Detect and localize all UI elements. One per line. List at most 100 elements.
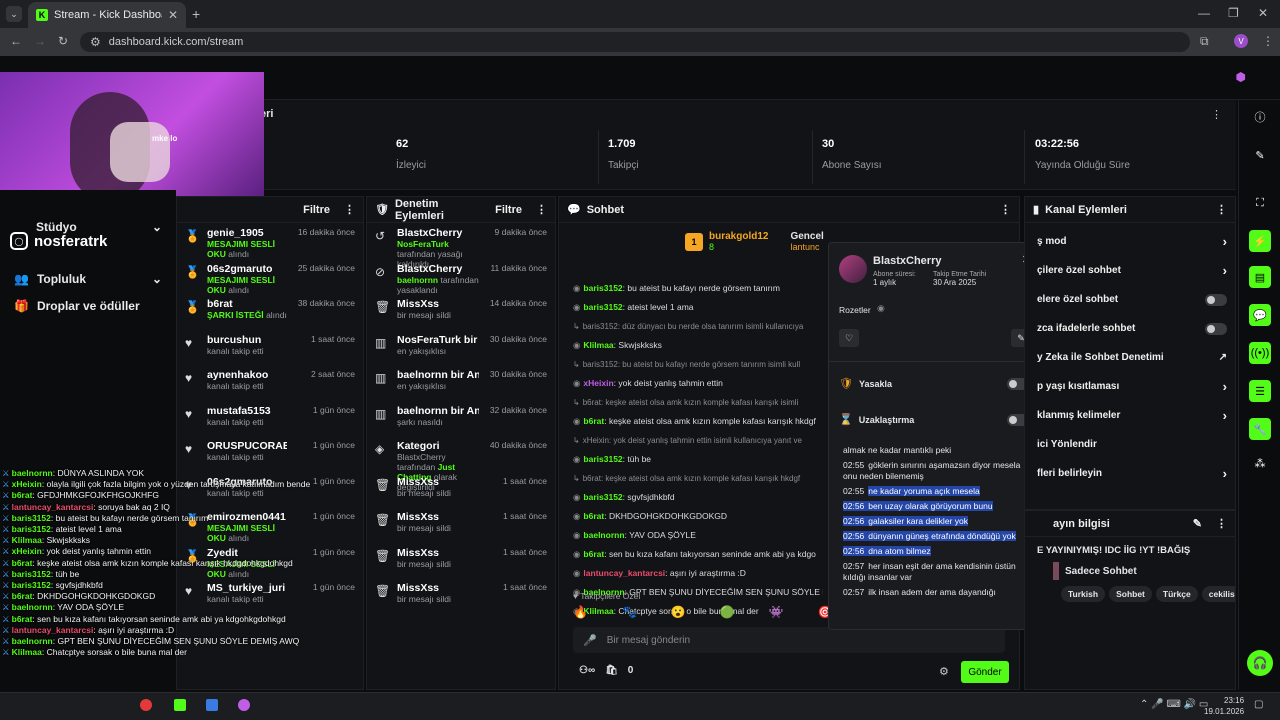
chat-message[interactable]: ◉ baris3152: sgvfsjdhkbfd xyxy=(565,488,823,507)
app-icon[interactable] xyxy=(140,699,152,711)
chat-message[interactable]: ◉ baris3152: bu ateist bu kafayı nerde gö… xyxy=(565,279,823,298)
chat-username[interactable]: baris3152 xyxy=(583,454,622,464)
tab-search-icon[interactable]: ⌄ xyxy=(6,6,22,22)
channel-action-item[interactable]: ici Yönlendir xyxy=(1025,430,1235,459)
tag-chip[interactable]: Turkish xyxy=(1061,586,1106,602)
list-item[interactable]: 🗑 MissXss bir mesajı sildi 14 dakika önce xyxy=(367,294,555,330)
list-item[interactable]: ♥ burcushun kanalı takip etti 1 saat önce xyxy=(177,330,363,366)
chat-username[interactable]: xHeixin xyxy=(583,378,613,388)
tag-chip[interactable]: Sohbet xyxy=(1109,586,1152,602)
notification-icon[interactable]: ▢ xyxy=(1254,699,1263,710)
pen-icon[interactable]: ✎ xyxy=(1249,144,1271,166)
support-headset-icon[interactable]: 🎧 xyxy=(1247,650,1273,676)
tray-icons[interactable]: ⌃ 🎤 ⌨ 🔊 ▭ xyxy=(1140,699,1208,710)
sidebar-item-community[interactable]: 👥 Topluluk ⌄ xyxy=(0,266,176,292)
list-icon[interactable]: ☰ xyxy=(1249,380,1271,402)
channel-action-item[interactable]: klanmış kelimeler › xyxy=(1025,401,1235,430)
list-item[interactable]: 🗑 MissXss bir mesajı sildi 1 saat önce xyxy=(367,578,555,614)
chat-message[interactable]: ↳ baris3152: bu ateist bu kafayı nerde gö… xyxy=(565,355,823,374)
profile-avatar[interactable]: V xyxy=(1234,34,1248,48)
kick-app-icon[interactable] xyxy=(174,699,186,711)
bag-icon[interactable]: 🛍 xyxy=(605,665,618,676)
list-item[interactable]: ▥ NosFeraTurk bir Anketi kaldırdıen yakış… xyxy=(367,330,555,366)
tab-close-icon[interactable]: ✕ xyxy=(168,8,178,22)
chat-message[interactable]: ↳ b6rat: keşke ateist olsa amk kızın komp… xyxy=(565,469,823,488)
site-info-icon[interactable]: ⚙ xyxy=(90,35,101,49)
chat-username[interactable]: baelnornn xyxy=(583,530,624,540)
emote-icon[interactable]: 🟢 xyxy=(720,605,735,619)
channel-action-item[interactable]: zca ifadelerle sohbet xyxy=(1025,314,1235,343)
app-icon[interactable] xyxy=(206,699,218,711)
chat-username[interactable]: baris3152 xyxy=(583,492,622,502)
chat-message[interactable]: ◉ b6rat: keşke ateist olsa amk kızın komp… xyxy=(565,412,823,431)
emote-icon[interactable]: 🔥 xyxy=(573,605,588,619)
activity-filter-button[interactable]: Filtre xyxy=(303,204,330,216)
emote-icon[interactable]: 🐾 xyxy=(622,605,637,619)
chat-bubble-icon[interactable]: 💬 xyxy=(1249,304,1271,326)
list-item[interactable]: ◈ Kategori BlastxCherry tarafından Just Ch… xyxy=(367,436,555,492)
stream-info-menu-icon[interactable]: ⋮ xyxy=(1216,517,1227,530)
channel-action-toggle[interactable] xyxy=(1205,293,1227,306)
stats-menu-icon[interactable]: ⋮ xyxy=(1211,108,1222,121)
clock[interactable]: 23:16 19.01.2026 xyxy=(1204,695,1244,717)
chat-message[interactable]: ◉ baris3152: tüh be xyxy=(565,450,823,469)
extensions-icon[interactable]: ⧉ xyxy=(1200,34,1209,49)
moderation-filter-button[interactable]: Filtre xyxy=(495,204,522,216)
chat-message[interactable]: ↳ baris3152: düz dünyacı bu nerde olsa ta… xyxy=(565,317,823,336)
broadcast-icon[interactable]: ((•)) xyxy=(1249,342,1271,364)
list-item[interactable]: ♥ aynenhakoo kanalı takip etti 2 saat önce xyxy=(177,365,363,401)
chat-message[interactable]: ◉ xHeixin: yok deist yanlış tahmin ettin xyxy=(565,374,823,393)
info-icon[interactable]: ⓘ xyxy=(1249,106,1271,128)
chat-username[interactable]: Klilmaa xyxy=(583,340,613,350)
emote-icon[interactable]: 😮 xyxy=(671,605,686,619)
chat-message[interactable]: ↳ b6rat: keşke ateist olsa amk kızın komp… xyxy=(565,393,823,412)
list-item[interactable]: ♥ mustafa5153 kanalı takip etti 1 gün önce xyxy=(177,401,363,437)
forward-icon[interactable]: → xyxy=(34,34,46,48)
list-item[interactable]: ♥ ORUSPUCORABI31kanalı takip etti 1 gün ön… xyxy=(177,436,363,472)
channel-action-item[interactable]: çilere özel sohbet › xyxy=(1025,256,1235,285)
chat-username[interactable]: baris3152 xyxy=(583,283,622,293)
chat-username[interactable]: b6rat xyxy=(583,416,604,426)
chat-message[interactable]: ◉ b6rat: sen bu kıza kafanı takıyorsan se… xyxy=(565,545,823,564)
list-item[interactable]: 🗑 MissXss bir mesajı sildi 1 saat önce xyxy=(367,543,555,579)
close-window-icon[interactable]: ✕ xyxy=(1258,6,1268,20)
chat-menu-icon[interactable]: ⋮ xyxy=(1000,203,1011,216)
chat-message[interactable]: ↳ xHeixin: yok deist yanlış tahmin ettin … xyxy=(565,431,823,450)
wrench-icon[interactable]: 🔧 xyxy=(1249,418,1271,440)
list-item[interactable]: ⊘ BlastxCherry baelnornn tarafından yasakl… xyxy=(367,259,555,295)
chat-input[interactable]: 🎤 Bir mesaj gönderin xyxy=(573,627,1005,653)
channel-action-toggle[interactable] xyxy=(1205,322,1227,335)
app-icon[interactable] xyxy=(238,699,250,711)
channel-action-item[interactable]: fleri belirleyin › xyxy=(1025,459,1235,488)
chat-message[interactable]: ◉ baelnornn: YAV ODA ŞÖYLE xyxy=(565,526,823,545)
list-item[interactable]: 🗑 MissXss bir mesajı sildi 1 saat önce xyxy=(367,507,555,543)
tag-chip[interactable]: cekilis xyxy=(1201,586,1235,602)
channel-actions-menu-icon[interactable]: ⋮ xyxy=(1216,203,1227,216)
activity-menu-icon[interactable]: ⋮ xyxy=(344,203,355,216)
user-avatar-icon[interactable]: ⬢ xyxy=(1236,70,1246,84)
tab-stream[interactable]: K Stream - Kick Dashboard ✕ xyxy=(28,2,186,28)
chat-message[interactable]: ◉ baris3152: ateist level 1 ama xyxy=(565,298,823,317)
list-item[interactable]: 🗑 MissXss bir mesajı sildi 1 saat önce xyxy=(367,472,555,508)
tag-chip[interactable]: Türkçe xyxy=(1155,586,1198,602)
send-button[interactable]: Gönder xyxy=(961,661,1009,683)
chat-username[interactable]: b6rat xyxy=(583,549,604,559)
chat-settings-icon[interactable]: ⚙ xyxy=(939,665,949,678)
channel-action-item[interactable]: elere özel sohbet xyxy=(1025,285,1235,314)
points-icon[interactable]: ⚇∞ xyxy=(579,665,595,676)
edit-icon[interactable]: ✎ xyxy=(1193,517,1202,530)
follow-heart-button[interactable]: ♡ xyxy=(839,329,859,347)
list-item[interactable]: 🏅 06s2gmaruto MESAJIMI SESLİ OKU alındı 25 … xyxy=(177,259,363,295)
chat-message[interactable]: ◉ Klilmaa: Skwjskksks xyxy=(565,336,823,355)
emote-icon[interactable]: 👾 xyxy=(769,605,784,619)
list-item[interactable]: ▥ baelnornn bir Anket başlattışarkı nasıl… xyxy=(367,401,555,437)
chat-username[interactable]: lantuncay_kantarcsi xyxy=(583,568,665,578)
url-bar[interactable]: ⚙ dashboard.kick.com/stream xyxy=(80,32,1190,52)
list-item[interactable]: 🏅 b6rat ŞARKI İSTEĞİ alındı 38 dakika önce xyxy=(177,294,363,330)
channel-action-item[interactable]: y Zeka ile Sohbet Denetimi ↗ xyxy=(1025,343,1235,372)
new-tab-icon[interactable]: + xyxy=(192,6,200,22)
channel-action-item[interactable]: ş mod › xyxy=(1025,227,1235,256)
list-item[interactable]: 🏅 genie_1905 MESAJIMI SESLİ OKU alındı 16 d… xyxy=(177,223,363,259)
moderation-menu-icon[interactable]: ⋮ xyxy=(536,203,547,216)
reload-icon[interactable]: ↻ xyxy=(58,34,68,48)
